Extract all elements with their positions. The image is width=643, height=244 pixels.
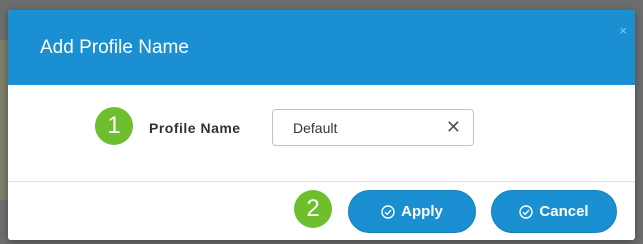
apply-label: Apply <box>401 203 443 220</box>
check-circle-icon <box>519 204 534 219</box>
profile-name-value[interactable]: Default <box>293 120 337 136</box>
step-1-badge: 1 <box>95 107 133 145</box>
close-icon[interactable]: × <box>619 24 627 37</box>
profile-name-input[interactable]: Default ✕ <box>272 109 474 146</box>
step-2-badge: 2 <box>294 190 332 228</box>
add-profile-name-dialog: Add Profile Name × 1 Profile Name Defaul… <box>8 10 635 240</box>
dialog-title: Add Profile Name <box>40 37 189 58</box>
apply-button[interactable]: Apply <box>348 190 476 233</box>
clear-icon[interactable]: ✕ <box>446 117 461 137</box>
dialog-header: Add Profile Name × <box>8 10 635 85</box>
dialog-footer: 2 Apply Cancel <box>8 182 635 240</box>
check-circle-icon <box>381 204 395 219</box>
cancel-button[interactable]: Cancel <box>491 190 617 233</box>
dialog-body: 1 Profile Name Default ✕ <box>8 85 635 182</box>
profile-name-label: Profile Name <box>149 120 241 136</box>
cancel-label: Cancel <box>539 203 589 220</box>
